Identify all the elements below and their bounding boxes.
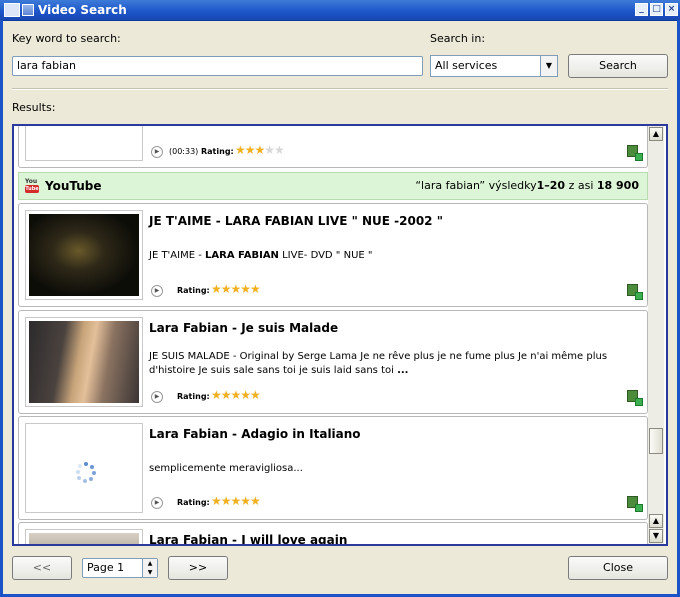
result-range: 1–20 (536, 179, 566, 192)
keyword-input[interactable]: lara fabian (12, 56, 423, 76)
rating-label: Rating: (201, 147, 234, 156)
video-title[interactable]: JE T'AIME - LARA FABIAN LIVE " NUE -2002… (149, 214, 443, 228)
desc-text-2: LIVE- DVD " NUE " (278, 250, 373, 261)
download-video-icon[interactable] (627, 496, 643, 512)
rating-stars: ★★★★★ (211, 494, 261, 508)
video-thumbnail[interactable] (25, 423, 143, 513)
window-menu-icon[interactable] (22, 4, 34, 16)
page-spinner[interactable]: Page 1 ▲ ▼ (82, 558, 158, 578)
thumbnail-image (29, 214, 139, 296)
window-title: Video Search (38, 3, 127, 17)
desc-text: JE T'AIME - (149, 250, 206, 261)
chevron-down-icon[interactable]: ▼ (540, 56, 557, 76)
desc-text: JE SUIS MALADE - Original by Serge Lama … (149, 351, 608, 376)
loading-spinner-icon (76, 462, 96, 483)
youtube-logo-icon: You Tube (25, 178, 39, 193)
spin-down-icon[interactable]: ▼ (142, 568, 157, 577)
page-value: Page 1 (87, 561, 125, 574)
maximize-button[interactable]: □ (650, 3, 663, 16)
rating-label: Rating: (177, 498, 210, 507)
rating-label: Rating: (177, 286, 210, 295)
play-icon[interactable]: ▶ (151, 285, 163, 297)
video-title[interactable]: Lara Fabian - I will love again (149, 533, 347, 544)
video-title[interactable]: Lara Fabian - Je suis Malade (149, 321, 338, 335)
results-list[interactable]: ▶ (00:33) Rating: ★★★★★ You Tube YouTube… (12, 124, 668, 546)
video-thumbnail[interactable] (25, 126, 143, 161)
app-icon (4, 3, 20, 17)
video-description: semplicemente meravigliosa... (149, 463, 303, 474)
search-button[interactable]: Search (568, 54, 668, 78)
download-video-icon[interactable] (627, 390, 643, 406)
play-icon[interactable]: ▶ (151, 497, 163, 509)
rating-stars: ★★★★★ (211, 282, 261, 296)
rating-stars: ★★★★★ (211, 388, 261, 402)
rating-label: Rating: (177, 392, 210, 401)
approx-word: z asi (568, 179, 594, 192)
search-in-label: Search in: (430, 32, 486, 45)
play-icon[interactable]: ▶ (151, 391, 163, 403)
scroll-up-icon[interactable]: ▲ (649, 127, 663, 141)
list-item[interactable]: Lara Fabian - I will love again (18, 522, 648, 544)
desc-bold: ... (397, 365, 409, 376)
next-page-button[interactable]: >> (168, 556, 228, 580)
close-window-button[interactable]: × (665, 3, 678, 16)
video-title[interactable]: Lara Fabian - Adagio in Italiano (149, 427, 361, 441)
provider-header: You Tube YouTube “lara fabian” výsledky1… (18, 172, 648, 200)
result-total: 18 900 (596, 179, 639, 192)
minimize-button[interactable]: _ (635, 3, 648, 16)
rating-stars: ★★★★★ (235, 143, 285, 157)
result-count: “lara fabian” výsledky1–20 z asi 18 900 (415, 179, 639, 192)
close-button[interactable]: Close (568, 556, 668, 580)
service-select-value: All services (435, 59, 498, 72)
service-select[interactable]: All services ▼ (430, 55, 558, 77)
keyword-label: Key word to search: (12, 32, 121, 45)
separator (12, 88, 668, 90)
video-duration: (00:33) (169, 147, 199, 156)
results-label: Results: (12, 101, 56, 114)
video-description: JE T'AIME - LARA FABIAN LIVE- DVD " NUE … (149, 249, 639, 263)
video-thumbnail[interactable] (25, 317, 143, 407)
thumbnail-image (29, 321, 139, 403)
scroll-thumb[interactable] (649, 428, 663, 454)
download-video-icon[interactable] (627, 145, 643, 161)
video-thumbnail[interactable] (25, 529, 143, 544)
video-thumbnail[interactable] (25, 210, 143, 300)
play-icon[interactable]: ▶ (151, 146, 163, 158)
title-bar: Video Search _ □ × (0, 0, 680, 21)
list-item[interactable]: JE T'AIME - LARA FABIAN LIVE " NUE -2002… (18, 203, 648, 307)
prev-page-button[interactable]: << (12, 556, 72, 580)
scroll-down-icon[interactable]: ▼ (649, 529, 663, 543)
results-word: výsledky (488, 179, 537, 192)
list-item[interactable]: Lara Fabian - Je suis Malade JE SUIS MAL… (18, 310, 648, 414)
list-item[interactable]: ▶ (00:33) Rating: ★★★★★ (18, 126, 648, 168)
provider-name: YouTube (45, 179, 102, 193)
video-description: JE SUIS MALADE - Original by Serge Lama … (149, 350, 639, 378)
download-video-icon[interactable] (627, 284, 643, 300)
thumbnail-image (29, 533, 139, 544)
list-item[interactable]: Lara Fabian - Adagio in Italiano semplic… (18, 416, 648, 520)
query-text: “lara fabian” (415, 179, 486, 192)
desc-bold: LARA FABIAN (205, 250, 279, 261)
results-scrollbar[interactable]: ▲ ▲ ▼ (648, 126, 664, 544)
scroll-up-icon[interactable]: ▲ (649, 514, 663, 528)
